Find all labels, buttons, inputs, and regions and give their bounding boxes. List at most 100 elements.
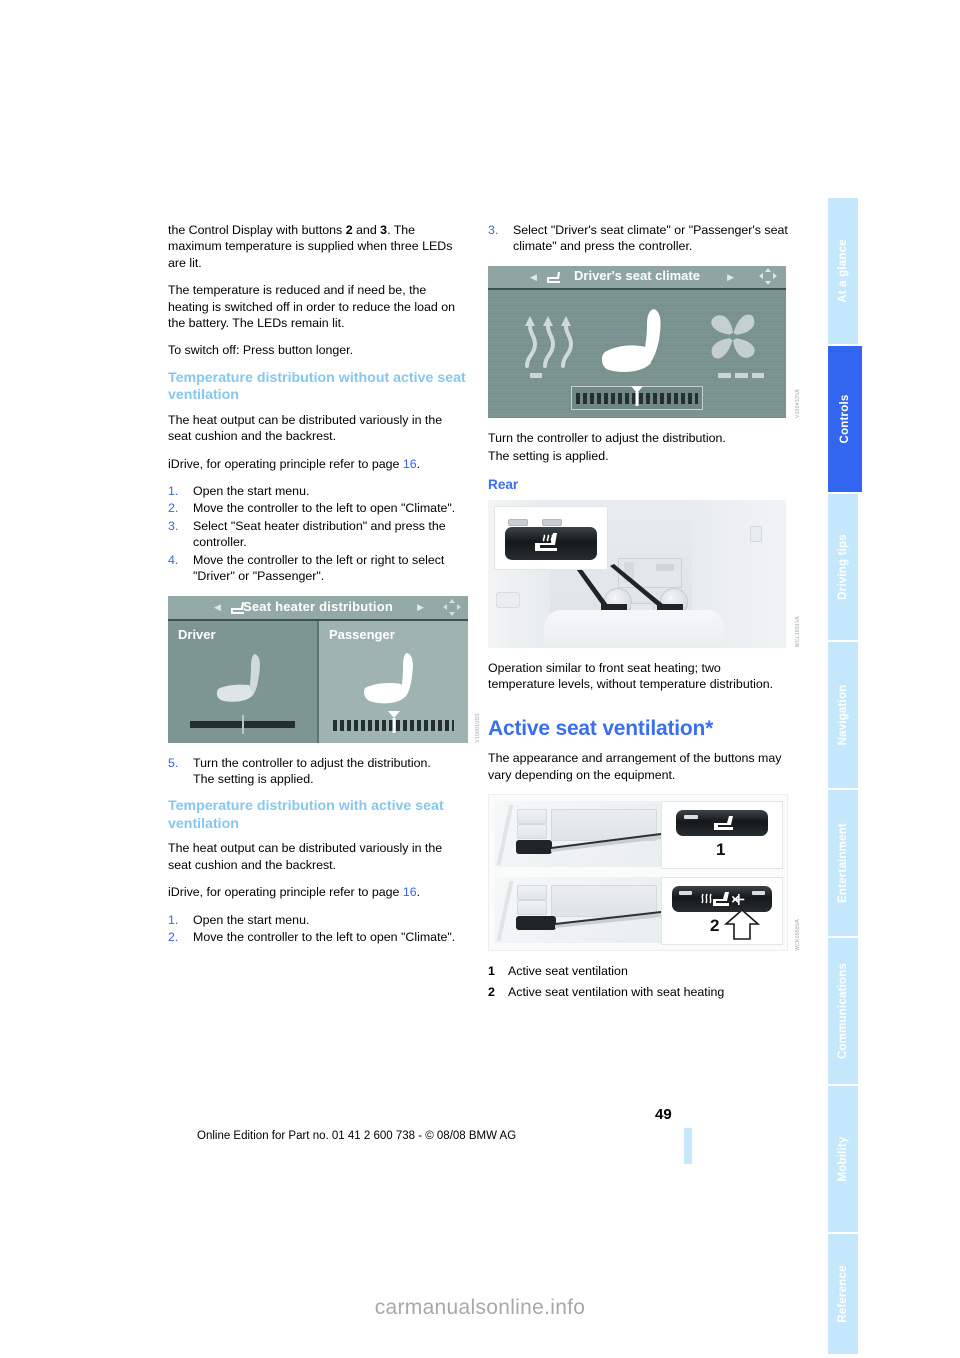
seat-graphic-driver	[208, 651, 278, 718]
list-item: 2. Move the controller to the left to ope…	[168, 929, 468, 945]
footer-tick-mark	[684, 1128, 692, 1164]
led-indicator	[752, 891, 765, 896]
step-text: Select "Seat heater distribution" and pr…	[193, 518, 446, 550]
sidebar-tab-controls[interactable]: Controls	[828, 346, 862, 492]
sidebar-tab-entertainment[interactable]: Entertainment	[828, 790, 858, 936]
legend-ventilation-buttons: 1 Active seat ventilation 2 Active seat ve…	[488, 963, 788, 1001]
list-item: 5. Turn the controller to adjust the dis…	[168, 755, 468, 788]
figure-ventilation-buttons: 1 2 WCK0958VA	[488, 794, 801, 952]
paragraph-setting-applied: The setting is applied.	[488, 449, 609, 464]
figure-seat-heater-distribution: ◀ Seat heater distribution ▶ Driver Pass…	[168, 595, 481, 743]
sidebar-tab-label: Entertainment	[837, 823, 849, 903]
distribution-slider-climate[interactable]	[571, 385, 703, 410]
idrive-title: Driver's seat climate	[574, 267, 700, 283]
led-indicator	[508, 518, 528, 526]
step-subtext: The setting is applied.	[193, 771, 314, 786]
list-item: 3. Select "Driver's seat climate" or "Pas…	[488, 222, 788, 255]
list-item: 2. Move the controller to the left to ope…	[168, 500, 468, 516]
idrive-titlebar: ◀ Seat heater distribution ▶	[168, 595, 468, 622]
step-number: 3.	[168, 518, 179, 533]
paragraph-idrive-reference-1: iDrive, for operating principle refer to…	[168, 456, 421, 471]
panel-label-driver: Driver	[178, 626, 216, 642]
sidebar-tab-mobility[interactable]: Mobility	[828, 1086, 858, 1232]
idrive-screen-seat-climate: ◀ Driver's seat climate ▶	[488, 265, 786, 418]
step-text: Open the start menu.	[193, 912, 310, 927]
step-text: Move the controller to the left or right…	[193, 552, 445, 584]
sidebar-tab-at-a-glance[interactable]: At a glance	[828, 198, 858, 344]
idrive-corner-icon	[442, 598, 462, 622]
sidebar-tab-navigation[interactable]: Navigation	[828, 642, 858, 788]
left-text-column: the Control Display with buttons 2 and 3…	[168, 222, 481, 956]
step-number: 3.	[488, 223, 499, 237]
step-number: 1.	[168, 484, 179, 499]
step-number: 2.	[168, 929, 179, 944]
step-text: Move the controller to the left to open …	[193, 929, 456, 944]
photo-rear-console	[488, 499, 786, 648]
panel-passenger[interactable]: Passenger	[317, 620, 468, 743]
legend-number: 1	[488, 964, 495, 979]
active-ventilation-with-heating-button[interactable]	[672, 886, 772, 913]
idrive-corner-icon	[758, 267, 778, 291]
step-number: 4.	[168, 552, 179, 567]
heading-temp-distribution-without-ventilation: Temperature distribution without active …	[168, 369, 466, 404]
list-item: 2 Active seat ventilation with seat heati…	[488, 984, 788, 1001]
step-text: Open the start menu.	[193, 484, 310, 499]
step-number: 5.	[168, 755, 179, 770]
watermark: carmanualsonline.info	[374, 1296, 586, 1319]
callout-button-2: 2	[661, 877, 783, 946]
figure-code: WCL1891VA	[795, 616, 801, 648]
sidebar-tab-communications[interactable]: Communications	[828, 938, 858, 1084]
paragraph-temperature-reduced: The temperature is reduced and if need b…	[168, 283, 456, 331]
distribution-slider-passenger[interactable]	[333, 710, 454, 733]
fan-level-indicator	[718, 372, 764, 378]
led-indicator	[542, 518, 562, 526]
sidebar-tab-label: Controls	[839, 394, 851, 444]
heating-waves-icon	[518, 312, 574, 375]
list-item: 1. Open the start menu.	[168, 483, 468, 499]
idrive-split-panels: Driver Passenger	[168, 620, 468, 743]
figure-drivers-seat-climate: ◀ Driver's seat climate ▶ V100433VA	[488, 265, 801, 418]
steps-list-step5: 5. Turn the controller to adjust the dis…	[168, 755, 468, 788]
paragraph-heat-output-1: The heat output can be distributed vario…	[168, 412, 443, 444]
steps-list-seat-heater: 1. Open the start menu. 2. Move the contro…	[168, 483, 468, 584]
photo-ventilation-buttons: 1 2	[488, 794, 788, 952]
callout-rear-seat-heating-button	[494, 505, 608, 570]
step-number: 2.	[168, 501, 179, 516]
slider-stem	[635, 391, 639, 406]
heading-rear: Rear	[488, 476, 519, 492]
distribution-slider-driver[interactable]	[190, 714, 295, 734]
slider-marker	[241, 714, 244, 734]
paragraph-idrive-reference-2: iDrive, for operating principle refer to…	[168, 885, 421, 900]
led-indicator	[679, 891, 692, 896]
sidebar-tab-label: At a glance	[837, 239, 849, 303]
slider-stem	[392, 717, 395, 733]
fan-icon	[704, 310, 762, 369]
steps-list-step3: 3. Select "Driver's seat climate" or "Pas…	[488, 222, 788, 255]
list-item: 1. Open the start menu.	[168, 912, 468, 928]
rear-seat-heating-button[interactable]	[505, 526, 597, 560]
page-number: 49	[655, 1106, 672, 1123]
sidebar-tab-reference[interactable]: Reference	[828, 1234, 858, 1354]
list-item: 3. Select "Seat heater distribution" and …	[168, 518, 468, 551]
step-text: Move the controller to the left to open …	[193, 501, 456, 516]
figure-rear-console: WCL1891VA	[488, 499, 801, 648]
list-item: 1 Active seat ventilation	[488, 963, 788, 980]
panel-driver[interactable]: Driver	[168, 620, 317, 743]
paragraph-switch-off: To switch off: Press button longer.	[168, 343, 354, 358]
panel-label-passenger: Passenger	[329, 626, 395, 642]
page-reference-link[interactable]: 16	[403, 885, 417, 899]
sidebar-tab-driving-tips[interactable]: Driving tips	[828, 494, 858, 640]
sidebar-tab-label: Driving tips	[837, 534, 849, 600]
manual-page: At a glance Controls Driving tips Naviga…	[0, 0, 960, 1358]
seat-graphic-passenger	[357, 651, 431, 718]
paragraph-button-appearance: The appearance and arrangement of the bu…	[488, 751, 782, 782]
page-reference-link[interactable]: 16	[403, 457, 417, 471]
seat-graphic-large	[598, 306, 676, 383]
legend-number: 2	[488, 985, 495, 1000]
sidebar-tab-label: Navigation	[837, 684, 849, 746]
chevron-right-icon: ▶	[727, 271, 734, 282]
paragraph-control-display: the Control Display with buttons 2 and 3…	[168, 223, 453, 270]
list-item: 4. Move the controller to the left or rig…	[168, 552, 468, 585]
idrive-climate-body	[488, 289, 786, 418]
figure-code: V100010DS	[475, 712, 481, 743]
